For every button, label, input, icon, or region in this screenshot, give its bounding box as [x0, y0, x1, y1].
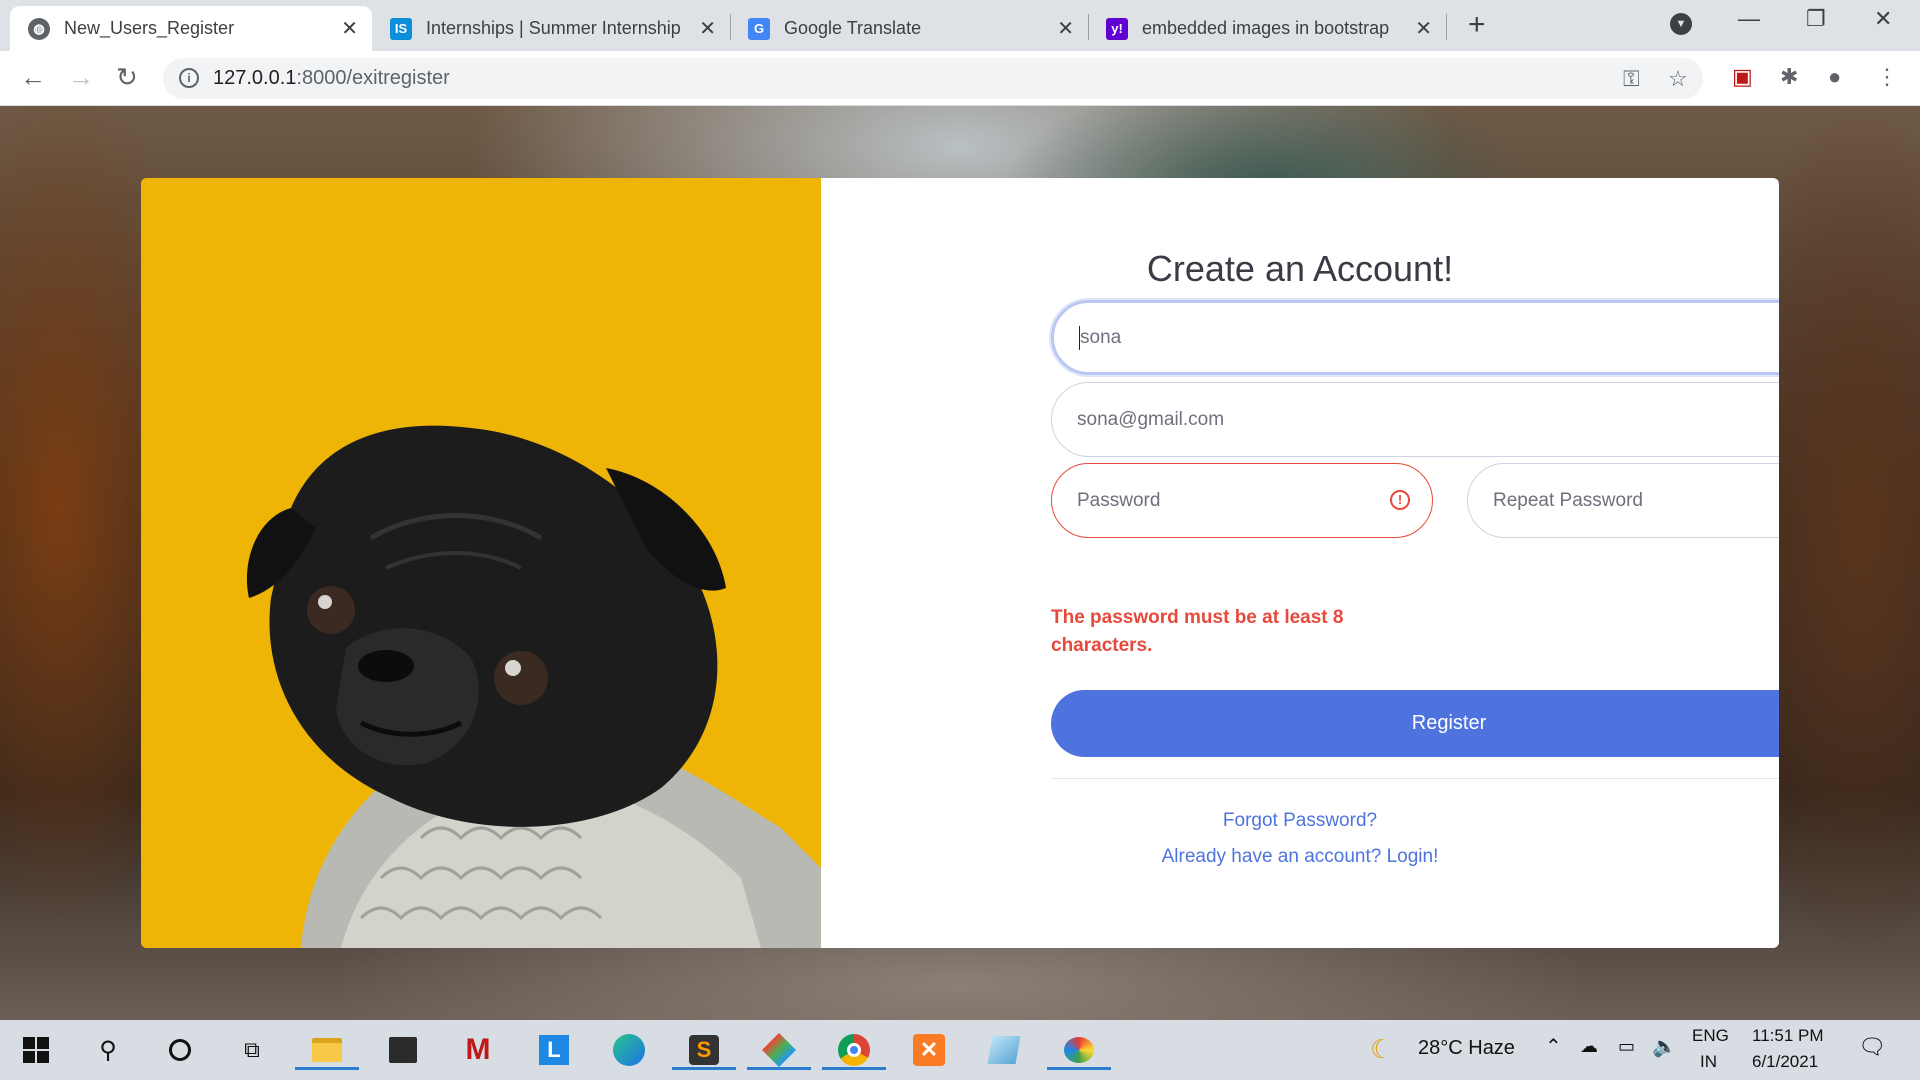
url-text[interactable]: 127.0.0.1:8000/exitregister: [213, 67, 450, 90]
clock-time[interactable]: 11:51 PM: [1752, 1026, 1824, 1046]
chrome-icon[interactable]: [822, 1030, 886, 1070]
onedrive-error-icon[interactable]: ☁: [1580, 1036, 1598, 1057]
cortana-icon[interactable]: [160, 1030, 200, 1070]
tab-separator: [1446, 14, 1447, 40]
bookmark-star-icon[interactable]: ☆: [1668, 66, 1688, 92]
url-host: 127.0.0.1: [213, 67, 297, 89]
weather-icon[interactable]: ☾: [1370, 1034, 1393, 1065]
volume-icon[interactable]: 🔈: [1652, 1034, 1677, 1059]
name-input[interactable]: sona: [1051, 300, 1779, 375]
windows-start-icon[interactable]: [16, 1030, 56, 1070]
tab-title: Google Translate: [784, 18, 922, 38]
weather-text[interactable]: 28°C Haze: [1418, 1037, 1515, 1060]
mcafee-icon[interactable]: M: [458, 1030, 498, 1070]
forgot-password-link: Forgot Password?: [821, 810, 1779, 832]
lang-bottom[interactable]: IN: [1700, 1052, 1717, 1072]
password-input[interactable]: Password !: [1051, 463, 1433, 538]
yahoo-icon: y!: [1106, 17, 1128, 40]
page-background: Create an Account! sona sona@gmail.com P…: [0, 106, 1920, 1020]
register-form: Create an Account! sona sona@gmail.com P…: [821, 178, 1779, 948]
close-icon[interactable]: ✕: [699, 16, 716, 41]
tab-internships[interactable]: IS Internships | Summer Internship ✕: [372, 6, 730, 51]
tab-title: Internships | Summer Internship: [426, 18, 681, 38]
l-app-icon[interactable]: L: [534, 1030, 574, 1070]
kebab-menu-icon[interactable]: ⋮: [1876, 64, 1898, 90]
pug-image: [141, 178, 821, 948]
tab-title: New_Users_Register: [64, 18, 235, 38]
password-placeholder: Password: [1077, 489, 1161, 511]
tab-new-users-register[interactable]: ◍ New_Users_Register ✕: [10, 6, 372, 51]
error-alert-icon: !: [1390, 490, 1410, 510]
task-view-icon[interactable]: ⧉: [232, 1030, 272, 1070]
mcafee-extension-icon[interactable]: ▣: [1732, 64, 1753, 90]
address-bar[interactable]: i 127.0.0.1:8000/exitregister ⚿ ☆: [163, 58, 1703, 99]
email-value: sona@gmail.com: [1077, 408, 1225, 430]
tab-embedded-images[interactable]: y! embedded images in bootstrap ✕: [1088, 6, 1446, 51]
page-title: Create an Account!: [1146, 248, 1454, 289]
form-divider: [1051, 778, 1779, 779]
browser-toolbar: ← → ↻ i 127.0.0.1:8000/exitregister ⚿ ☆ …: [0, 51, 1920, 106]
tab-search-chevron-icon[interactable]: ▼: [1670, 13, 1692, 35]
store-icon[interactable]: [383, 1030, 423, 1070]
lang-top[interactable]: ENG: [1692, 1026, 1729, 1046]
extensions-puzzle-icon[interactable]: ✱: [1780, 64, 1798, 90]
tab-bar: ◍ New_Users_Register ✕ IS Internships | …: [0, 0, 1920, 51]
name-value: sona: [1080, 326, 1122, 348]
login-link: Already have an account? Login!: [821, 846, 1779, 868]
notification-icon[interactable]: 🗨: [1858, 1034, 1886, 1060]
close-icon[interactable]: ✕: [1057, 16, 1074, 41]
globe-icon: ◍: [28, 17, 50, 40]
file-explorer-icon[interactable]: [295, 1030, 359, 1070]
back-arrow-icon[interactable]: ←: [20, 63, 46, 91]
password-error-message: The password must be at least 8 characte…: [1051, 607, 1344, 656]
search-icon[interactable]: ⚲: [88, 1030, 128, 1070]
url-path: :8000/exitregister: [296, 67, 450, 89]
internshala-icon: IS: [390, 17, 412, 40]
clock-date[interactable]: 6/1/2021: [1752, 1052, 1818, 1072]
restore-icon[interactable]: ❐: [1806, 6, 1826, 32]
profile-avatar-icon[interactable]: ●: [1828, 64, 1841, 90]
paint-icon[interactable]: [1047, 1030, 1111, 1070]
login-link-text[interactable]: Already have an account? Login!: [1162, 846, 1439, 867]
reload-icon[interactable]: ↻: [116, 63, 138, 91]
new-tab-plus-icon[interactable]: +: [1468, 10, 1486, 40]
window-close-icon[interactable]: ✕: [1874, 6, 1892, 32]
battery-icon[interactable]: ▭: [1618, 1036, 1635, 1057]
xampp-icon[interactable]: ✕: [909, 1030, 949, 1070]
edge-icon[interactable]: [609, 1030, 649, 1070]
forward-arrow-icon[interactable]: →: [68, 63, 94, 91]
close-icon[interactable]: ✕: [341, 16, 358, 41]
tray-chevron-up-icon[interactable]: ⌃: [1545, 1034, 1562, 1059]
pug-illustration: [246, 425, 821, 948]
notepad-icon[interactable]: [984, 1030, 1024, 1070]
register-button[interactable]: Register: [1051, 690, 1779, 757]
tab-title: embedded images in bootstrap: [1142, 18, 1390, 38]
windows-taskbar: ⚲ ⧉ M L S ✕ ☾ 28°C Haze ⌃ ☁ ▭ 🔈 ENG IN 1…: [0, 1020, 1920, 1080]
repeat-password-placeholder: Repeat Password: [1493, 489, 1643, 511]
close-icon[interactable]: ✕: [1415, 16, 1432, 41]
register-card: Create an Account! sona sona@gmail.com P…: [141, 178, 1779, 948]
site-info-icon[interactable]: i: [179, 68, 199, 88]
repeat-password-input[interactable]: Repeat Password: [1467, 463, 1779, 538]
minimize-icon[interactable]: —: [1738, 6, 1760, 32]
git-diamond-icon[interactable]: [747, 1030, 811, 1070]
email-input[interactable]: sona@gmail.com: [1051, 382, 1779, 457]
google-translate-icon: G: [748, 17, 770, 40]
sublime-text-icon[interactable]: S: [672, 1030, 736, 1070]
key-icon[interactable]: ⚿: [1623, 66, 1640, 92]
forgot-password-link-text[interactable]: Forgot Password?: [1223, 810, 1377, 831]
tab-google-translate[interactable]: G Google Translate ✕: [730, 6, 1088, 51]
